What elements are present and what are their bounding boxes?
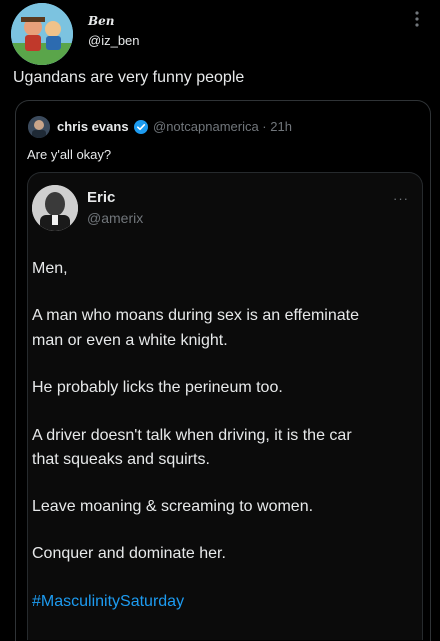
inner-avatar (32, 185, 78, 231)
quote-avatar[interactable] (28, 116, 50, 138)
body-line: He probably licks the perineum too. (32, 379, 283, 396)
inner-author-name: Eric (87, 189, 116, 206)
avatar-ben[interactable] (11, 3, 73, 65)
tweet-text: Ugandans are very funny people (13, 69, 245, 86)
body-line: that squeaks and squirts. (32, 451, 210, 468)
more-vertical-icon[interactable] (414, 10, 420, 28)
user-handle[interactable]: @iz_ben (88, 33, 140, 48)
quote-author-name[interactable]: chris evans (57, 119, 129, 134)
body-line: A man who moans during sex is an effemin… (32, 307, 359, 324)
body-line: A driver doesn't talk when driving, it i… (32, 427, 352, 444)
avatar-illustration (11, 3, 73, 65)
body-line: Leave moaning & screaming to women. (32, 498, 314, 515)
body-line: Conquer and dominate her. (32, 545, 226, 562)
body-line: Men, (32, 260, 68, 277)
quoted-image-card[interactable] (27, 172, 423, 640)
display-name[interactable]: Ben (88, 14, 115, 28)
verified-badge-icon (134, 120, 148, 134)
body-line: man or even a white knight. (32, 332, 228, 349)
quote-handle-time[interactable]: @notcapnamerica · 21h (153, 119, 292, 134)
more-horizontal-icon: ··· (393, 191, 409, 206)
quote-text: Are y'all okay? (27, 147, 112, 162)
inner-author-handle: @amerix (87, 210, 144, 226)
hashtag-link[interactable]: #MasculinitySaturday (32, 591, 412, 613)
